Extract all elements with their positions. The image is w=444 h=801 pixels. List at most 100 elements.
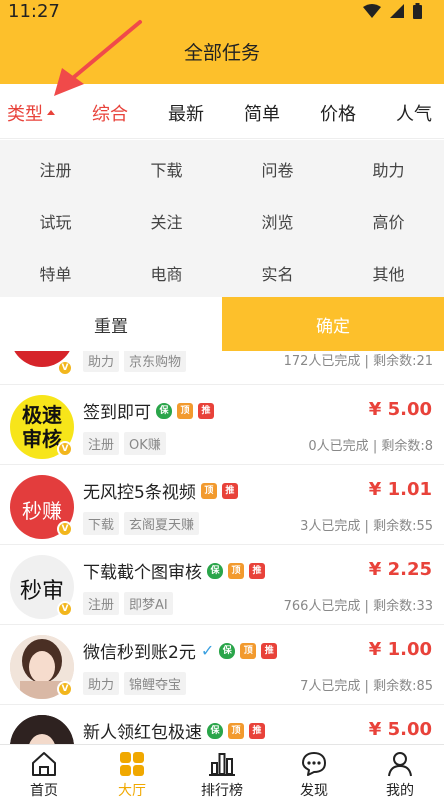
- task-stats: 0人已完成 | 剩余数:8: [308, 439, 433, 454]
- type-filter-panel: 注册 下载 问卷 助力 试玩 关注 浏览 高价 特单 电商 实名 其他: [0, 140, 444, 297]
- tab-discover-label: 发现: [300, 783, 328, 799]
- filter-simple[interactable]: 简单: [244, 100, 280, 126]
- task-tags: 注册 OK赚: [83, 432, 166, 455]
- filter-type-label: 类型: [7, 104, 43, 125]
- task-stats: 172人已完成 | 剩余数:21: [283, 354, 433, 369]
- filter-popularity[interactable]: 人气: [396, 100, 432, 126]
- task-price: ¥ 1.01: [368, 479, 432, 500]
- task-title: 下载截个图审核 保 顶 推: [83, 558, 265, 583]
- tab-profile[interactable]: 我的: [356, 745, 444, 801]
- recommend-badge: 推: [221, 482, 238, 499]
- tab-profile-label: 我的: [386, 783, 414, 799]
- bottom-tab-bar: 首页 大厅 排行榜 发现 我的: [0, 744, 444, 801]
- type-high-price[interactable]: 高价: [333, 209, 444, 233]
- type-trial[interactable]: 试玩: [0, 209, 111, 233]
- task-completed: 172人已完成: [283, 354, 361, 369]
- task-tag: 即梦AI: [124, 592, 173, 615]
- status-icons: [363, 3, 422, 19]
- guarantee-badge: 保: [219, 642, 236, 659]
- signal-icon: [390, 4, 404, 18]
- task-stats: 3人已完成 | 剩余数:55: [300, 519, 433, 534]
- task-row[interactable]: V 微信秒到账2元 ✓ 保 顶 推 助力 锦鲤夺宝 ¥ 1.00 7人已完成 |…: [0, 625, 444, 705]
- tab-ranking-label: 排行榜: [201, 783, 243, 799]
- type-special[interactable]: 特单: [0, 261, 111, 285]
- task-price: ¥ 5.00: [368, 719, 432, 740]
- task-tags: 助力 锦鲤夺宝: [83, 672, 187, 695]
- type-register[interactable]: 注册: [0, 157, 111, 181]
- task-avatar: [10, 715, 74, 744]
- task-remaining: 剩余数:85: [373, 679, 433, 694]
- task-tags: 助力 京东购物: [83, 349, 187, 372]
- discover-icon: [302, 752, 326, 776]
- task-tag: 下载: [83, 512, 120, 535]
- ranking-icon: [209, 753, 235, 776]
- task-title-text: 微信秒到账2元: [83, 643, 196, 663]
- task-title: 新人领红包极速 保 顶 推: [83, 718, 265, 743]
- portrait-image: [10, 715, 74, 744]
- recommend-badge: 推: [261, 642, 278, 659]
- top-badge: 顶: [200, 482, 217, 499]
- top-badge: 顶: [177, 402, 193, 419]
- top-badge: 顶: [240, 642, 257, 659]
- task-tag: 玄阁夏天赚: [124, 512, 200, 535]
- top-badge: 顶: [228, 722, 244, 739]
- type-download[interactable]: 下载: [111, 157, 222, 181]
- reset-button[interactable]: 重置: [0, 297, 222, 351]
- task-tag: 注册: [83, 592, 120, 615]
- task-row[interactable]: 秒审 V 下载截个图审核 保 顶 推 注册 即梦AI ¥ 2.25 766人已完…: [0, 545, 444, 625]
- profile-icon: [388, 752, 412, 777]
- task-tag: 锦鲤夺宝: [124, 672, 187, 695]
- task-title-text: 签到即可: [83, 403, 151, 423]
- task-tag: OK赚: [124, 432, 166, 455]
- recommend-badge: 推: [198, 402, 214, 419]
- tab-hall[interactable]: 大厅: [88, 745, 176, 801]
- verified-icon: V: [57, 360, 73, 376]
- guarantee-badge: 保: [156, 402, 172, 419]
- task-completed: 3人已完成: [300, 519, 361, 534]
- type-follow[interactable]: 关注: [111, 209, 222, 233]
- tab-home-label: 首页: [30, 783, 58, 799]
- task-tags: 下载 玄阁夏天赚: [83, 512, 200, 535]
- task-title: 无风控5条视频 顶 推: [83, 478, 238, 503]
- home-icon: [32, 752, 56, 776]
- filter-actions: 重置 确定: [0, 297, 444, 351]
- task-remaining: 剩余数:33: [373, 599, 433, 614]
- top-badge: 顶: [228, 562, 244, 579]
- tab-ranking[interactable]: 排行榜: [178, 745, 266, 801]
- task-price: ¥ 1.00: [368, 639, 432, 660]
- recommend-badge: 推: [249, 562, 265, 579]
- caret-up-icon: [47, 109, 55, 115]
- task-price: ¥ 5.00: [368, 399, 432, 420]
- task-title: 微信秒到账2元 ✓ 保 顶 推: [83, 638, 278, 663]
- type-other[interactable]: 其他: [333, 261, 444, 285]
- task-title-text: 新人领红包极速: [83, 723, 202, 743]
- task-completed: 766人已完成: [283, 599, 361, 614]
- type-assist[interactable]: 助力: [333, 157, 444, 181]
- tab-hall-label: 大厅: [118, 783, 146, 799]
- filter-latest[interactable]: 最新: [168, 100, 204, 126]
- wifi-icon: [363, 4, 381, 18]
- task-stats: 766人已完成 | 剩余数:33: [283, 599, 433, 614]
- task-completed: 7人已完成: [300, 679, 361, 694]
- type-ecommerce[interactable]: 电商: [111, 261, 222, 285]
- check-icon: ✓: [200, 641, 215, 660]
- task-title-text: 下载截个图审核: [83, 563, 202, 583]
- task-remaining: 剩余数:21: [373, 354, 433, 369]
- tab-discover[interactable]: 发现: [270, 745, 358, 801]
- guarantee-badge: 保: [207, 722, 223, 739]
- confirm-button[interactable]: 确定: [222, 297, 444, 351]
- task-row[interactable]: 新人领红包极速 保 顶 推 ¥ 5.00: [0, 705, 444, 744]
- type-browse[interactable]: 浏览: [222, 209, 333, 233]
- type-survey[interactable]: 问卷: [222, 157, 333, 181]
- task-price: ¥ 2.25: [368, 559, 432, 580]
- task-tag: 京东购物: [124, 349, 187, 372]
- task-completed: 0人已完成: [308, 439, 369, 454]
- annotation-arrow-icon: [54, 20, 142, 96]
- avatar-text: 秒赚: [22, 499, 62, 523]
- task-tag: 助力: [83, 672, 120, 695]
- tab-home[interactable]: 首页: [0, 745, 88, 801]
- task-row[interactable]: 极速审核 V 签到即可 保 顶 推 注册 OK赚 ¥ 5.00 0人已完成 | …: [0, 385, 444, 465]
- filter-price[interactable]: 价格: [320, 100, 356, 126]
- task-row[interactable]: 秒赚 V 无风控5条视频 顶 推 下载 玄阁夏天赚 ¥ 1.01 3人已完成 |…: [0, 465, 444, 545]
- type-real-name[interactable]: 实名: [222, 261, 333, 285]
